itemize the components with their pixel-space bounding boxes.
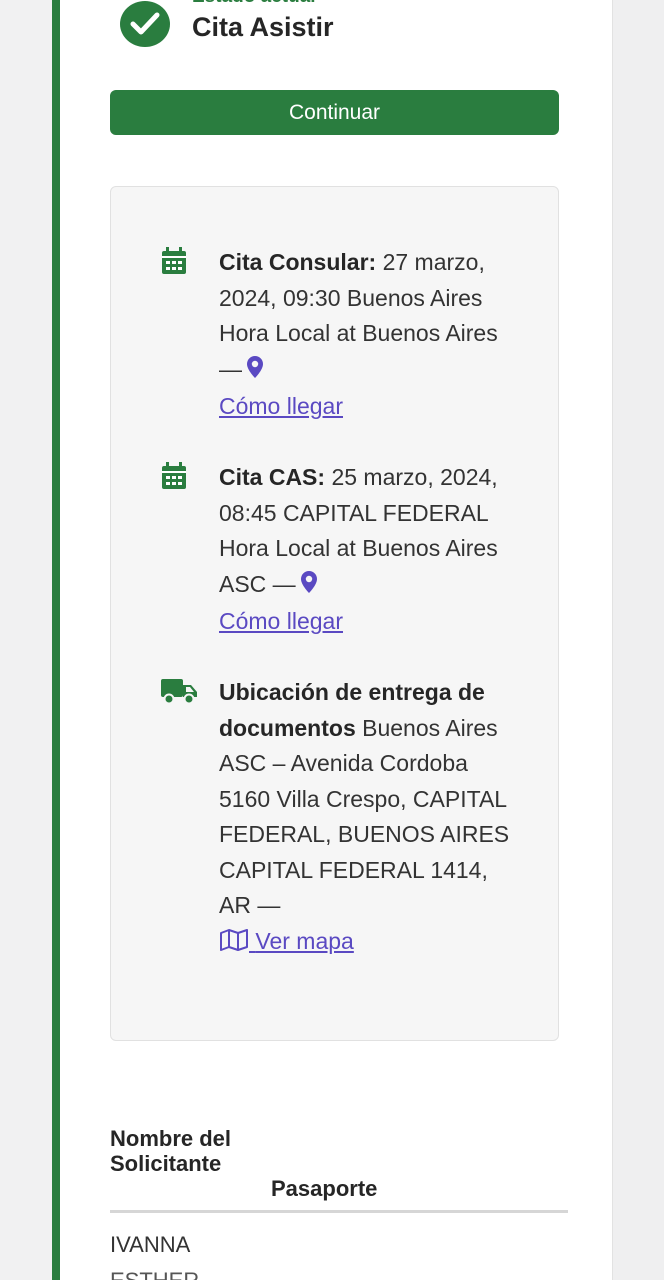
column-header-applicant-name: Nombre del Solicitante <box>110 1126 232 1176</box>
page-margin <box>612 0 664 1280</box>
calendar-icon <box>161 462 187 495</box>
view-map-link[interactable]: Ver mapa <box>219 928 354 954</box>
status-label: Estado actual <box>192 0 316 8</box>
consular-appointment-text: Cita Consular: 27 marzo, 2024, 09:30 Bue… <box>219 245 519 425</box>
appointment-details-card: Cita Consular: 27 marzo, 2024, 09:30 Bue… <box>110 186 559 1041</box>
view-map-label: Ver mapa <box>255 927 354 954</box>
calendar-icon <box>161 247 187 280</box>
map-pin-icon <box>300 569 318 605</box>
map-icon <box>219 928 249 954</box>
continue-button[interactable]: Continuar <box>110 90 559 135</box>
cas-appointment-title: Cita CAS: <box>219 464 326 490</box>
check-circle-icon <box>120 1 170 47</box>
main-content-panel: Estado actual Cita Asistir Continuar Cit… <box>52 0 612 1280</box>
truck-icon <box>161 677 197 710</box>
applicant-second-name: ESTHER <box>110 1268 199 1280</box>
cas-appointment-text: Cita CAS: 25 marzo, 2024, 08:45 CAPITAL … <box>219 460 519 640</box>
table-header-divider <box>110 1210 568 1213</box>
cas-directions-link[interactable]: Cómo llegar <box>219 608 343 634</box>
map-pin-icon <box>246 354 264 390</box>
consular-appointment-title: Cita Consular: <box>219 249 377 275</box>
applicants-table-header: Nombre del Solicitante Pasaporte <box>110 1126 570 1214</box>
consular-directions-link[interactable]: Cómo llegar <box>219 393 343 419</box>
status-value: Cita Asistir <box>192 12 334 42</box>
delivery-location-address: Buenos Aires ASC – Avenida Cordoba 5160 … <box>219 714 510 919</box>
delivery-location-text: Ubicación de entrega de documentos Bueno… <box>219 675 519 959</box>
current-status: Estado actual Cita Asistir <box>120 0 540 50</box>
applicant-first-name: IVANNA <box>110 1232 191 1257</box>
column-header-passport: Pasaporte <box>271 1176 378 1201</box>
